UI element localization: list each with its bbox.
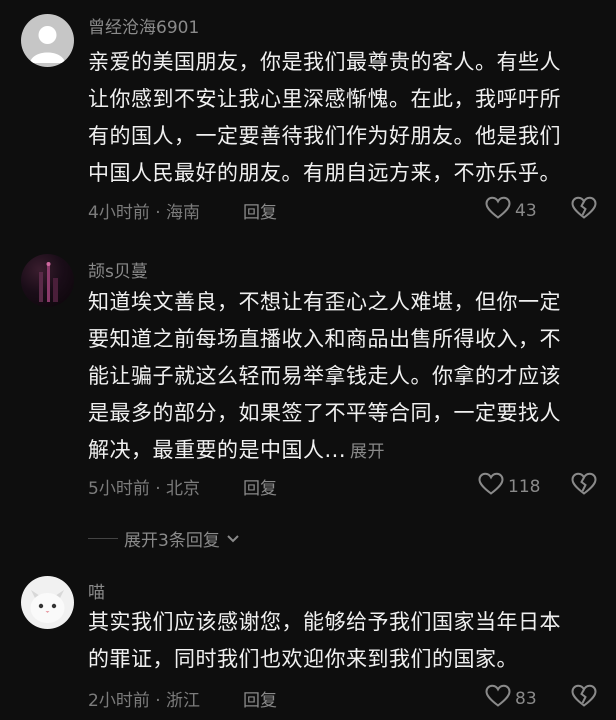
comment-line: 其实我们应该感谢您，能够给予我们国家当年日本 (88, 610, 561, 634)
like-count: 43 (515, 200, 537, 221)
comment-item: 颉s贝蔓 知道埃文善良，不想让有歪心之人难堪，但你一定 要知道之前每场直播收入和… (0, 240, 616, 560)
comment-text: 知道埃文善良，不想让有歪心之人难堪，但你一定 要知道之前每场直播收入和商品出售所… (88, 284, 608, 471)
comment-line: 知道埃文善良，不想让有歪心之人难堪，但你一定 (88, 290, 561, 314)
expand-replies-label: 展开3条回复 (124, 531, 220, 551)
avatar[interactable] (21, 14, 74, 67)
broken-heart-icon (571, 472, 597, 500)
avatar[interactable] (21, 254, 74, 307)
like-button[interactable]: 83 (485, 684, 537, 713)
like-count: 118 (508, 476, 541, 497)
like-button[interactable]: 118 (478, 472, 540, 501)
reply-button[interactable]: 回复 (243, 198, 277, 223)
broken-heart-icon (571, 196, 597, 224)
like-button[interactable]: 43 (485, 196, 537, 225)
comment-text: 其实我们应该感谢您，能够给予我们国家当年日本 的罪证，同时我们也欢迎你来到我们的… (88, 604, 608, 678)
dislike-button[interactable] (571, 684, 597, 712)
comment-item: 曾经沧海6901 亲爱的美国朋友，你是我们最尊贵的客人。有些人 让你感到不安让我… (0, 0, 616, 240)
divider (88, 538, 118, 539)
comment-line: 是最多的部分，如果签了不平等合同，一定要找人 (88, 401, 561, 425)
expand-text-button[interactable]: 展开 (350, 442, 385, 462)
comment-line: 有的国人，一定要善待我们作为好朋友。他是我们 (88, 124, 561, 148)
broken-heart-icon (571, 684, 597, 712)
dislike-button[interactable] (571, 472, 597, 500)
dislike-button[interactable] (571, 196, 597, 224)
comment-line: 要知道之前每场直播收入和商品出售所得收入，不 (88, 327, 561, 351)
username[interactable]: 曾经沧海6901 (88, 13, 199, 38)
username[interactable]: 喵 (88, 578, 105, 603)
chevron-down-icon (226, 529, 240, 549)
heart-outline-icon (485, 684, 511, 713)
comment-line: 能让骗子就这么轻而易举拿钱走人。你拿的才应该 (88, 364, 561, 388)
avatar[interactable] (21, 576, 74, 629)
comment-line-text: 解决，最重要的是中国人... (88, 438, 347, 462)
comment-text: 亲爱的美国朋友，你是我们最尊贵的客人。有些人 让你感到不安让我心里深感惭愧。在此… (88, 44, 608, 192)
comment-meta: 4小时前 · 海南 (88, 203, 201, 223)
heart-outline-icon (485, 196, 511, 225)
reply-button[interactable]: 回复 (243, 474, 277, 499)
heart-outline-icon (478, 472, 504, 501)
comment-meta: 5小时前 · 北京 (88, 479, 201, 499)
comment-line: 的罪证，同时我们也欢迎你来到我们的国家。 (88, 647, 518, 671)
comment-line: 亲爱的美国朋友，你是我们最尊贵的客人。有些人 (88, 50, 561, 74)
comment-meta: 2小时前 · 浙江 (88, 691, 201, 711)
username[interactable]: 颉s贝蔓 (88, 257, 148, 282)
comment-line: 中国人民最好的朋友。有朋自远方来，不亦乐乎。 (88, 161, 561, 185)
reply-button[interactable]: 回复 (243, 686, 277, 711)
expand-replies-button[interactable]: 展开3条回复 (88, 526, 240, 551)
comment-line: 解决，最重要的是中国人... 展开 (88, 432, 608, 471)
like-count: 83 (515, 688, 537, 709)
comment-item: 喵 其实我们应该感谢您，能够给予我们国家当年日本 的罪证，同时我们也欢迎你来到我… (0, 560, 616, 720)
comment-line: 让你感到不安让我心里深感惭愧。在此，我呼吁所 (88, 87, 561, 111)
